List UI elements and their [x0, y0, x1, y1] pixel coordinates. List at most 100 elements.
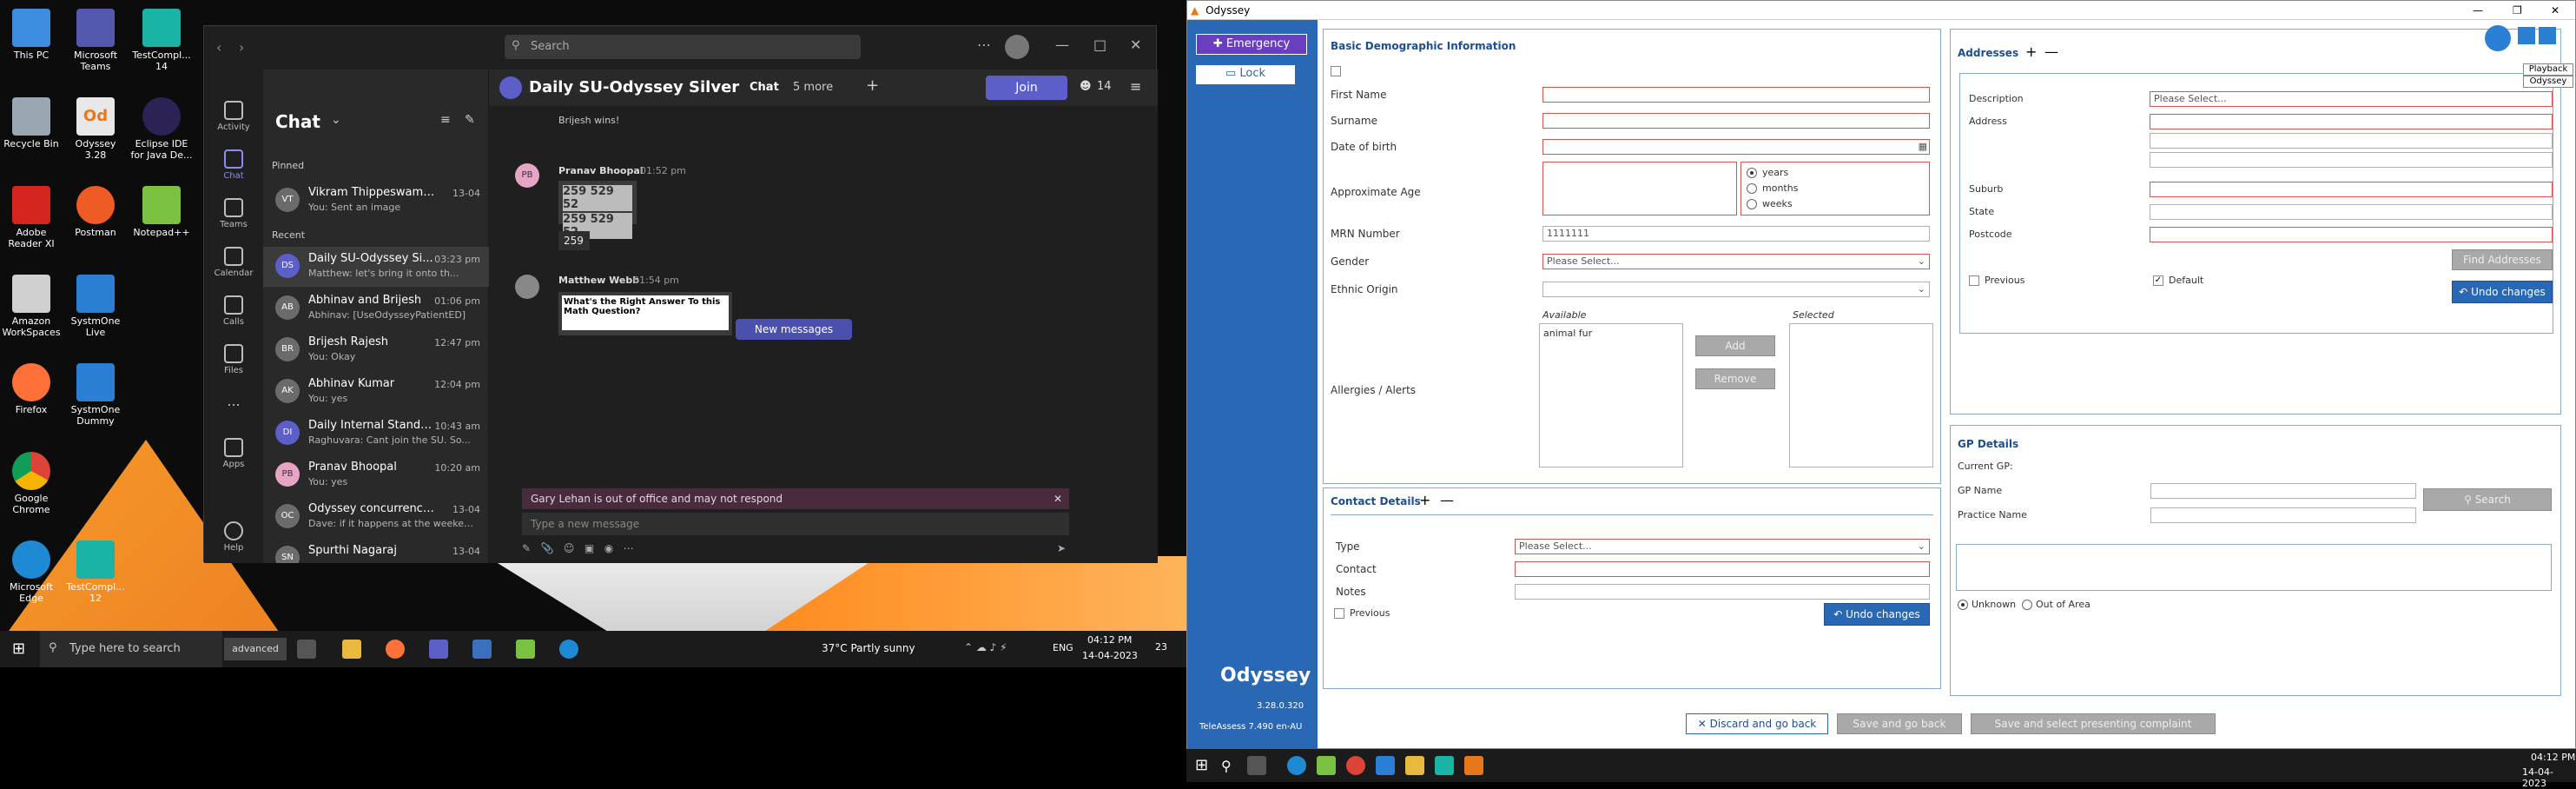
undo-changes-button[interactable]: ↶ Undo changes — [1824, 603, 1930, 626]
desktop-icon-systmone-live[interactable]: SystmOne Live — [64, 275, 127, 338]
close-icon[interactable]: ✕ — [2551, 1, 2559, 20]
calendar-icon[interactable]: ▦ — [1919, 140, 1927, 154]
compose-input[interactable]: Type a new message — [522, 513, 1069, 535]
outlook-icon[interactable] — [1376, 756, 1395, 775]
emoji-icon[interactable]: ☺ — [564, 542, 575, 554]
file-explorer-icon[interactable] — [342, 640, 361, 659]
desktop-icon-workspaces[interactable]: Amazon WorkSpaces — [0, 275, 63, 338]
attach-icon[interactable]: 📎 — [541, 542, 554, 554]
rail-activity[interactable]: Activity — [204, 101, 263, 132]
search-icon[interactable]: ⚲ — [1221, 758, 1232, 774]
minimize-icon[interactable]: — — [1055, 36, 1069, 53]
selected-list[interactable] — [1789, 323, 1933, 467]
maximize-icon[interactable]: □ — [1093, 36, 1106, 53]
format-icon[interactable]: ✎ — [522, 542, 531, 554]
send-icon[interactable]: ➤ — [1057, 542, 1066, 554]
clock-time[interactable]: 04:12 PM — [2531, 752, 2575, 763]
weather-text[interactable]: 37°C Partly sunny — [822, 642, 915, 654]
approx-age-field[interactable] — [1542, 162, 1737, 215]
list-item[interactable]: animal fur — [1543, 328, 1592, 339]
rail-more[interactable]: ... — [204, 393, 263, 409]
mrn-field[interactable]: 1111111 — [1542, 226, 1930, 242]
dob-field[interactable]: ▦ — [1542, 139, 1930, 155]
odyssey-icon[interactable] — [1464, 756, 1483, 775]
avatar[interactable] — [1005, 35, 1029, 59]
message-image[interactable]: What's the Right Answer To this Math Que… — [558, 292, 732, 335]
address-line3[interactable] — [2150, 152, 2553, 168]
close-icon[interactable]: ✕ — [1054, 488, 1062, 509]
desktop-icon-this-pc[interactable]: This PC — [0, 9, 63, 61]
add-icon[interactable]: + — [1419, 492, 1430, 508]
desktop-icon-systmone-dummy[interactable]: SystmOne Dummy — [64, 363, 127, 427]
ie-icon[interactable] — [559, 640, 578, 659]
clock-time[interactable]: 04:12 PM — [1087, 634, 1132, 646]
forward-arrow-icon[interactable]: › — [239, 39, 244, 56]
windows-start-icon[interactable]: ⊞ — [12, 640, 25, 658]
testcomplete-icon[interactable] — [2485, 25, 2511, 51]
add-tab-icon[interactable]: + — [866, 76, 879, 95]
suburb-field[interactable] — [2150, 182, 2553, 197]
rail-chat[interactable]: Chat — [204, 149, 263, 181]
language-indicator[interactable]: ENG — [1053, 642, 1073, 653]
chat-item[interactable]: BR Brijesh Rajesh You: Okay 12:47 pm — [263, 330, 489, 370]
back-arrow-icon[interactable]: ‹ — [216, 39, 221, 56]
chat-item[interactable]: DS Daily SU-Odyssey Si... Matthew: let's b… — [263, 247, 489, 287]
teams-icon[interactable] — [429, 640, 448, 659]
restore-icon[interactable]: ❐ — [2513, 1, 2522, 20]
state-field[interactable] — [2150, 204, 2553, 220]
sticker-icon[interactable]: ◉ — [604, 542, 613, 554]
advanced-button[interactable]: advanced — [224, 638, 287, 660]
taskbar-search-input[interactable]: ⚲ Type here to search — [40, 631, 222, 667]
list-icon[interactable]: ≡ — [1130, 78, 1141, 95]
join-button[interactable]: Join — [986, 76, 1067, 100]
notes-field[interactable] — [1515, 584, 1930, 600]
available-list[interactable]: animal fur — [1539, 323, 1683, 467]
chevron-down-icon[interactable]: ⌄ — [331, 113, 341, 127]
lock-button[interactable]: ▭ Lock — [1196, 65, 1295, 84]
rail-apps[interactable]: Apps — [204, 438, 263, 469]
chat-item[interactable]: AK Abhinav Kumar You: yes 12:04 pm — [263, 372, 489, 412]
rail-files[interactable]: Files — [204, 344, 263, 375]
ie-icon[interactable] — [1287, 756, 1306, 775]
remove-button[interactable]: Remove — [1695, 368, 1775, 389]
chat-item[interactable]: AB Abhinav and Brijesh Abhinav: [UseOdysse… — [263, 288, 489, 328]
address-line1[interactable] — [2150, 114, 2553, 129]
desktop-icon-chrome[interactable]: Google Chrome — [0, 452, 63, 515]
testcomplete-icon[interactable] — [1435, 756, 1454, 775]
task-view-icon[interactable] — [1247, 756, 1266, 775]
desktop-icon-postman[interactable]: Postman — [64, 186, 127, 238]
gp-name-field[interactable] — [2150, 483, 2416, 499]
discard-button[interactable]: ✕ Discard and go back — [1686, 713, 1828, 734]
windows-start-icon[interactable]: ⊞ — [1195, 756, 1208, 774]
add-button[interactable]: Add — [1695, 335, 1775, 356]
ethnic-select[interactable]: ⌄ — [1542, 282, 1930, 297]
more-options-icon[interactable]: ⋯ — [977, 36, 991, 53]
firefox-icon[interactable] — [386, 640, 405, 659]
practice-name-field[interactable] — [2150, 507, 2416, 523]
chat-item-pinned[interactable]: VT Vikram Thippeswamy (Yo... You: Sent a… — [263, 181, 489, 221]
contact-field[interactable] — [1515, 561, 1930, 577]
default-checkbox[interactable]: ✓ — [2153, 275, 2163, 286]
address-line2[interactable] — [2150, 133, 2553, 149]
tab-more[interactable]: 5 more — [793, 81, 833, 94]
rail-teams[interactable]: Teams — [204, 198, 263, 229]
desktop-icon-recycle-bin[interactable]: Recycle Bin — [0, 97, 63, 149]
minimize-icon[interactable]: — — [2473, 1, 2483, 20]
postcode-field[interactable] — [2150, 227, 2553, 242]
save-go-back-button[interactable]: Save and go back — [1837, 713, 1962, 734]
chat-item[interactable]: PB Pranav Bhoopal You: yes 10:20 am — [263, 455, 489, 495]
pause-icon[interactable] — [2518, 27, 2535, 44]
chrome-icon[interactable] — [1346, 756, 1365, 775]
file-explorer-icon[interactable] — [1405, 756, 1424, 775]
desktop-icon-firefox[interactable]: Firefox — [0, 363, 63, 415]
desktop-icon-testcomplete12[interactable]: TestCompl... 12 — [64, 540, 127, 604]
radio-weeks[interactable] — [1747, 199, 1757, 209]
undo-changes-button[interactable]: ↶ Undo changes — [2452, 281, 2553, 303]
chat-item[interactable]: OC Odyssey concurrency tes... Dave: if it … — [263, 497, 489, 537]
checkbox[interactable] — [1331, 66, 1341, 76]
desktop-icon-teams[interactable]: Microsoft Teams — [64, 9, 127, 72]
more-icon[interactable]: ⋯ — [624, 542, 634, 554]
message-image[interactable]: 259 529 52 259 529 52 — [558, 181, 637, 239]
add-icon[interactable]: + — [2025, 43, 2037, 60]
notepadpp-icon[interactable] — [516, 640, 535, 659]
